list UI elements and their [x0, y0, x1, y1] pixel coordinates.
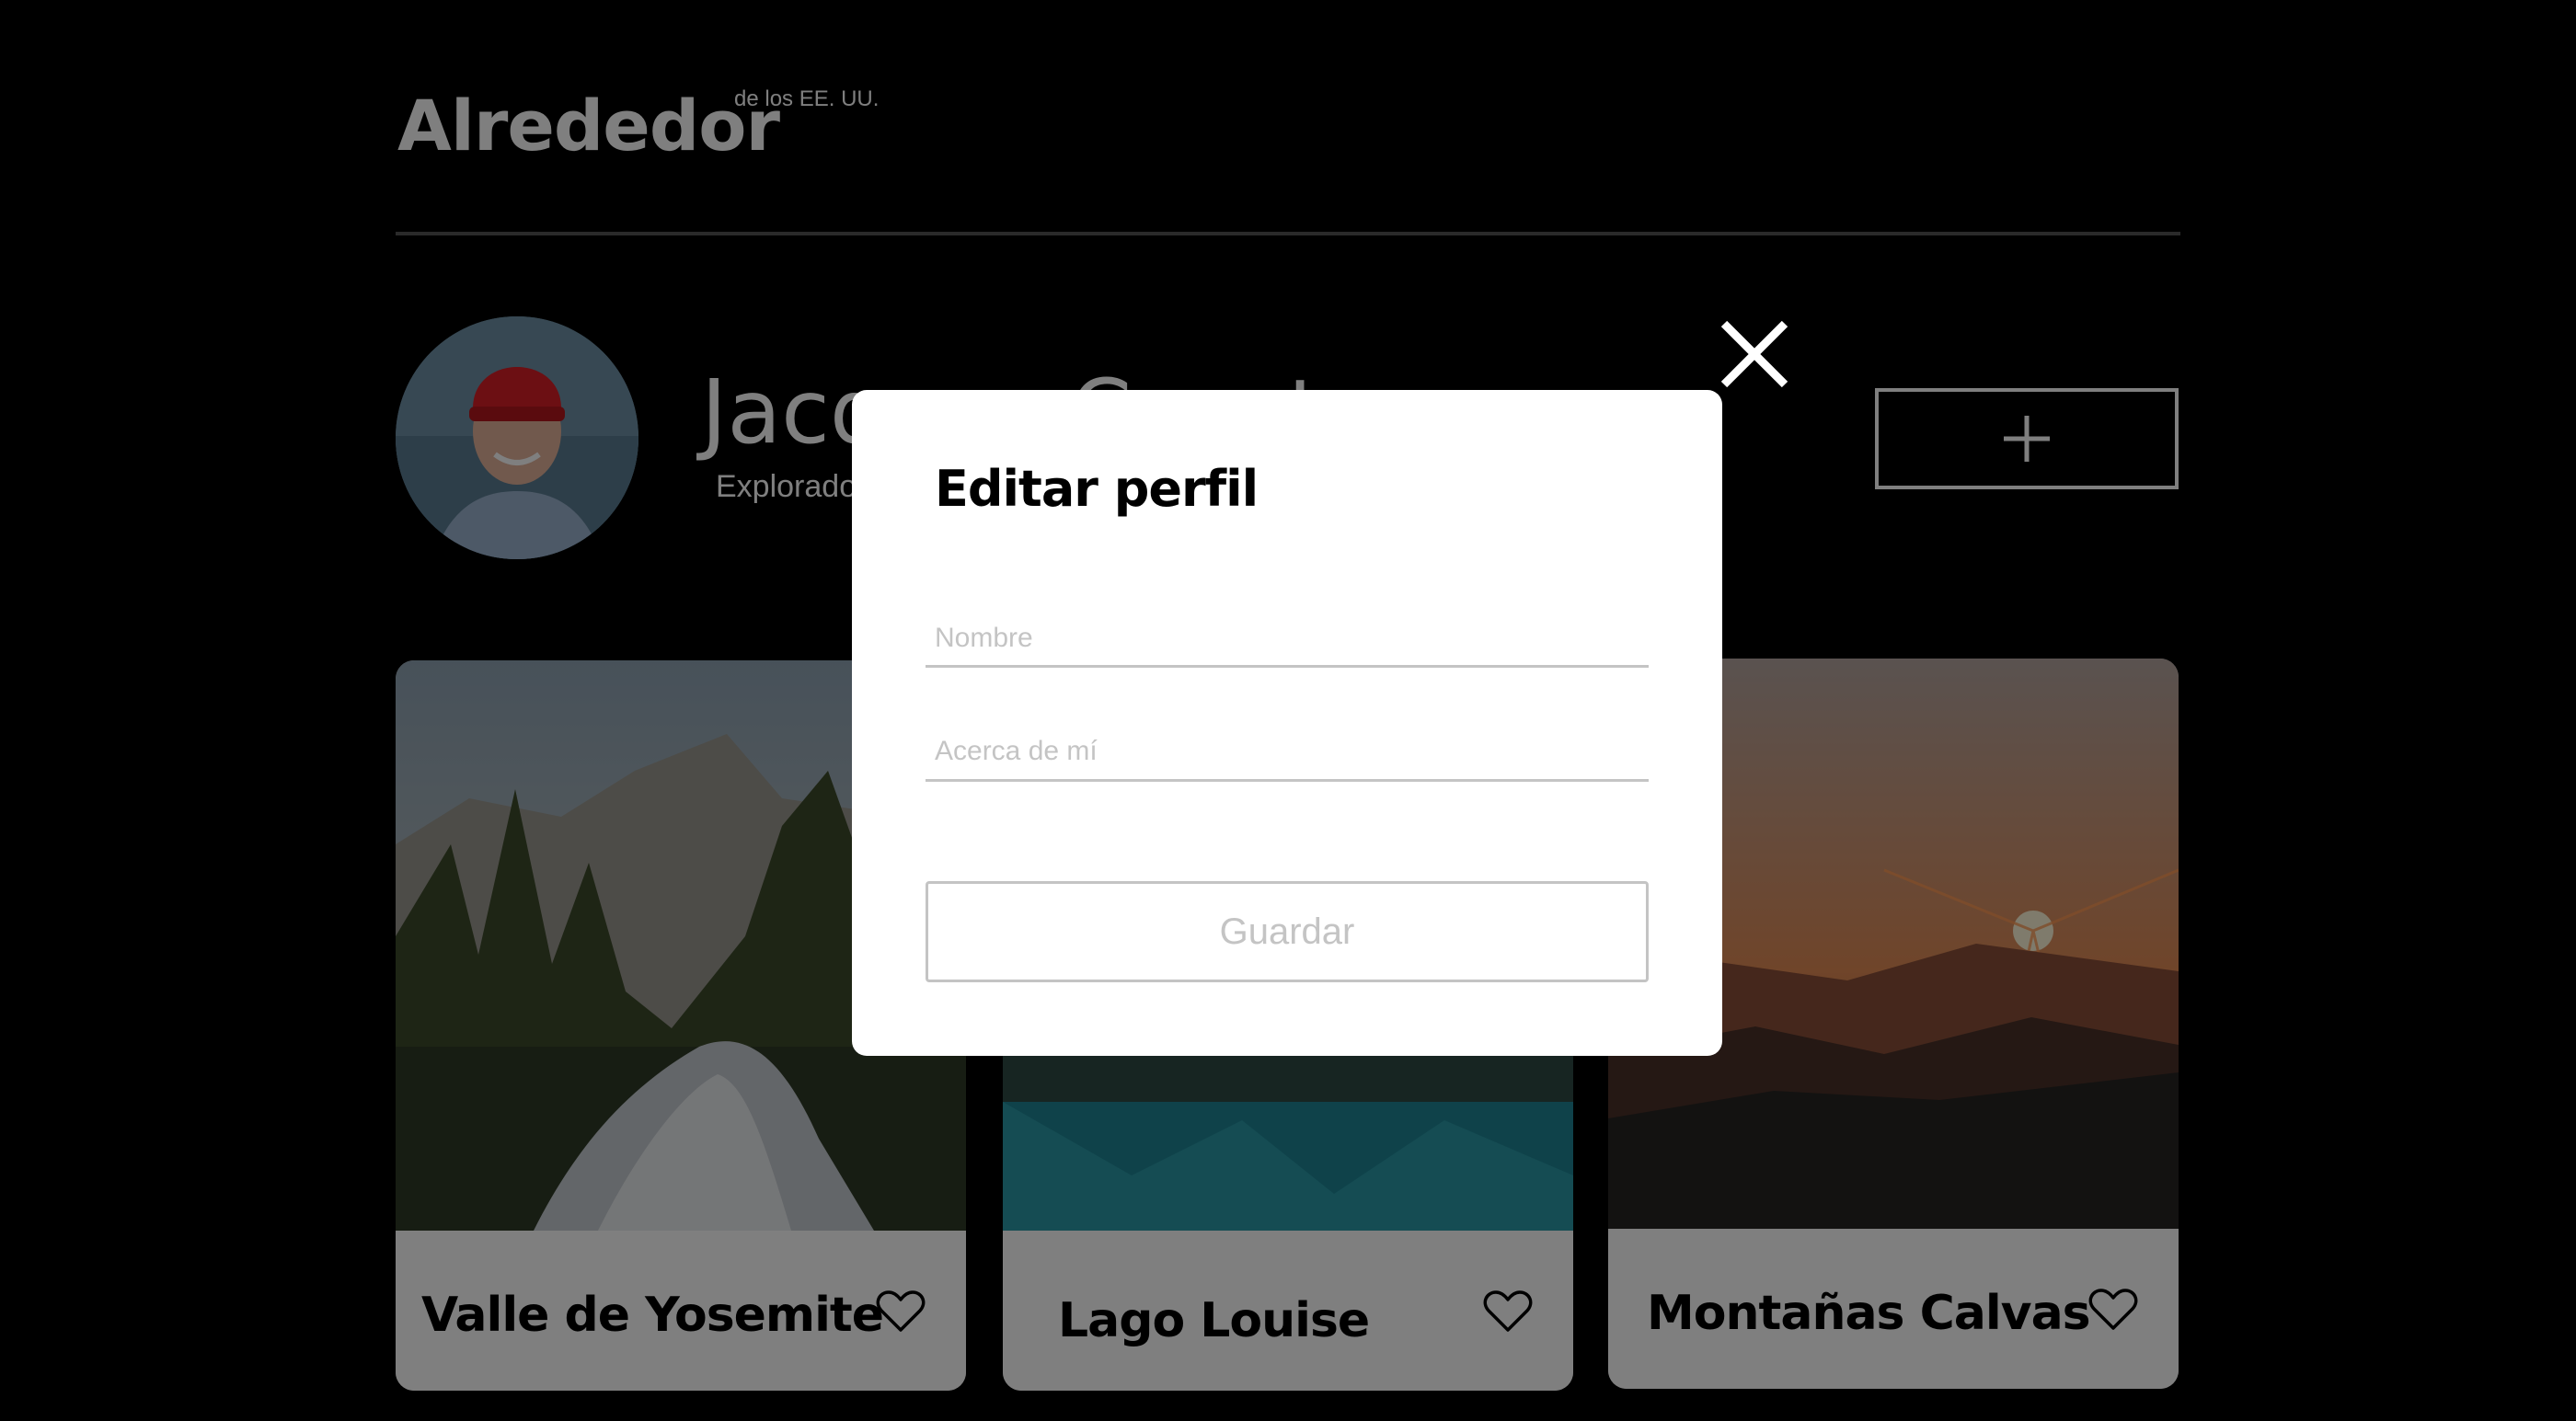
modal-title: Editar perfil — [935, 460, 1259, 518]
close-button[interactable] — [1717, 316, 1792, 392]
about-field[interactable] — [926, 723, 1649, 782]
edit-profile-modal: Editar perfil Guardar — [852, 390, 1722, 1056]
name-field[interactable] — [926, 611, 1649, 668]
save-button[interactable]: Guardar — [926, 881, 1649, 982]
close-icon — [1720, 320, 1788, 388]
